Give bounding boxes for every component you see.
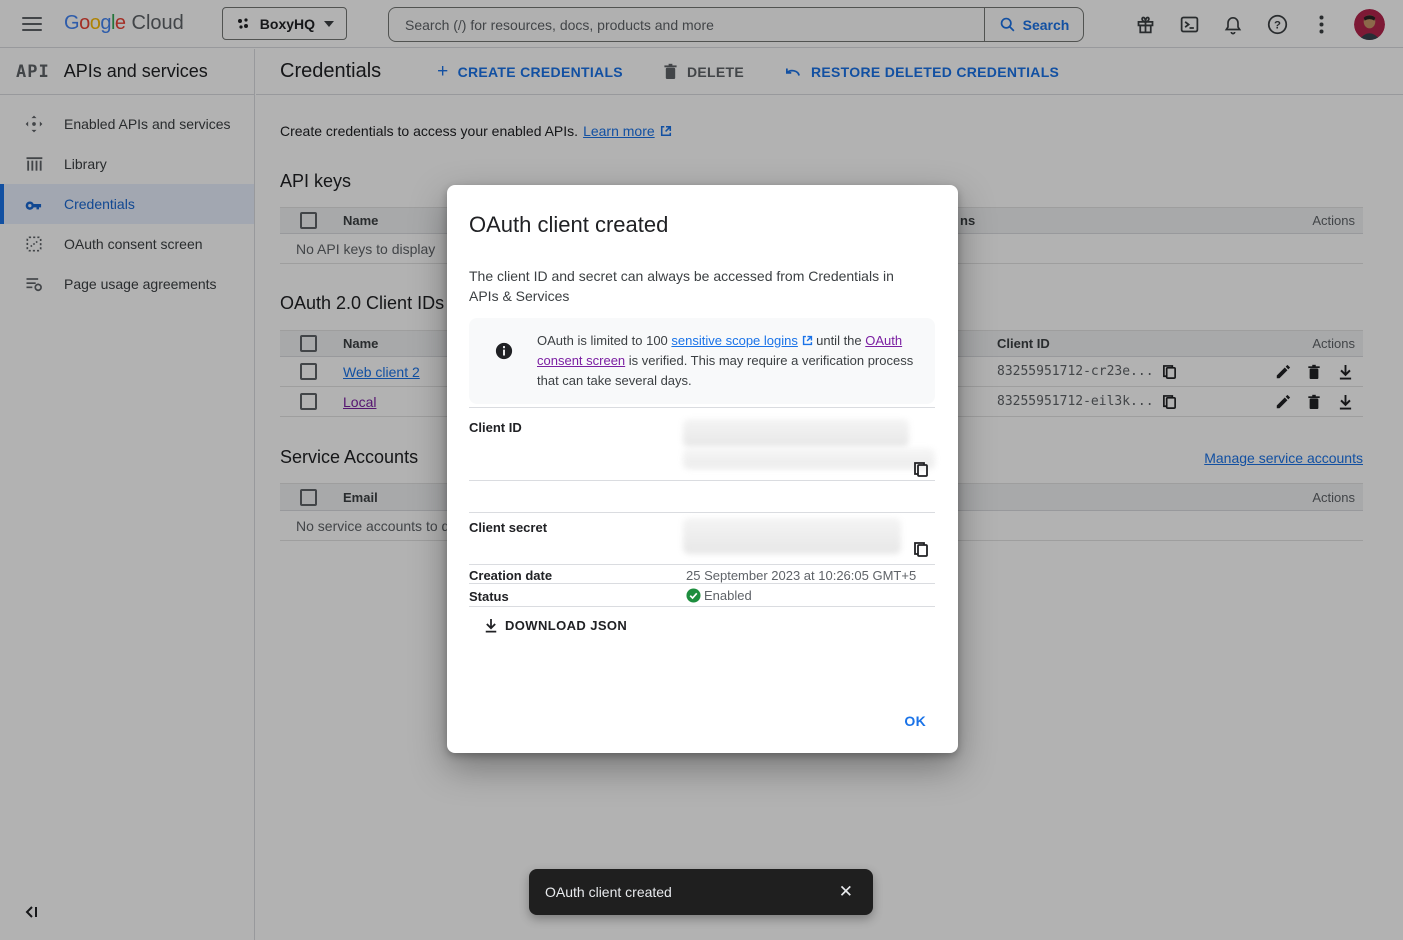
status-label: Status [469,589,509,604]
client-secret-redacted-value [683,518,901,554]
info-icon [495,342,513,360]
info-text-pre: OAuth is limited to 100 [537,333,671,348]
toast-close-icon[interactable]: ✕ [835,878,857,906]
oauth-client-created-dialog: OAuth client created The client ID and s… [447,185,958,753]
info-banner-text: OAuth is limited to 100 sensitive scope … [537,331,919,391]
creation-date-row: Creation date 25 September 2023 at 10:26… [469,564,935,583]
download-icon [484,618,498,633]
creation-date-value: 25 September 2023 at 10:26:05 GMT+5 [686,568,916,583]
external-link-icon [802,335,813,346]
check-circle-icon [686,588,701,603]
snackbar-toast: OAuth client created ✕ [529,869,873,915]
client-secret-label: Client secret [469,520,547,535]
google-cloud-console: Google Cloud BoxyHQ Search [0,0,1403,940]
toast-message: OAuth client created [545,884,835,900]
info-banner: OAuth is limited to 100 sensitive scope … [469,318,935,404]
status-row: Status Enabled [469,583,935,607]
dialog-body-text: The client ID and secret can always be a… [469,266,919,306]
copy-client-id-icon[interactable] [913,461,929,478]
client-id-redacted-value [683,419,909,447]
dialog-detail-rows: Client ID Client secret Creation date 25… [469,407,935,607]
client-secret-row: Client secret [469,512,935,564]
download-json-label: DOWNLOAD JSON [505,618,627,633]
client-id-label: Client ID [469,420,522,435]
creation-date-label: Creation date [469,568,552,583]
dialog-title: OAuth client created [469,212,668,238]
info-text-mid: until the [813,333,866,348]
status-badge: Enabled [686,588,752,603]
copy-client-secret-icon[interactable] [913,541,929,558]
sensitive-scope-logins-link[interactable]: sensitive scope logins [671,333,797,348]
ok-button[interactable]: OK [896,709,934,733]
download-json-button[interactable]: DOWNLOAD JSON [484,618,627,633]
client-id-row: Client ID [469,407,935,480]
status-value: Enabled [704,588,752,603]
client-id-redacted-value [683,448,935,469]
spacer-row [469,480,935,512]
